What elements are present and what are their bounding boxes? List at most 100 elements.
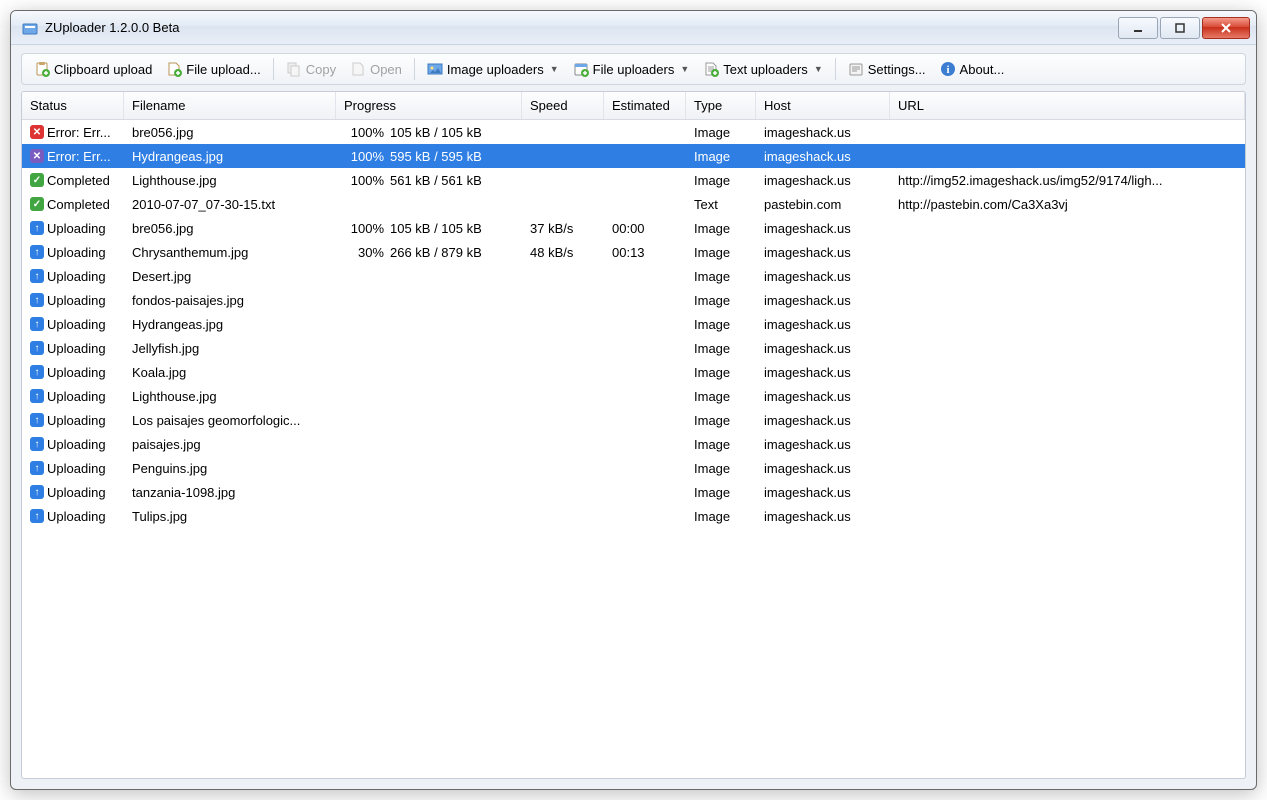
filename-cell: Tulips.jpg — [124, 509, 336, 524]
status-text: Uploading — [47, 389, 106, 404]
url-cell: http://img52.imageshack.us/img52/9174/li… — [890, 173, 1245, 188]
separator — [273, 58, 274, 80]
type-cell: Image — [686, 269, 756, 284]
header-speed[interactable]: Speed — [522, 92, 604, 119]
table-row[interactable]: ✕Error: Err...bre056.jpg100%105 kB / 105… — [22, 120, 1245, 144]
table-row[interactable]: ↑UploadingTulips.jpgImageimageshack.us — [22, 504, 1245, 528]
host-cell: imageshack.us — [756, 485, 890, 500]
type-cell: Image — [686, 437, 756, 452]
filename-cell: paisajes.jpg — [124, 437, 336, 452]
about-label: About... — [960, 62, 1005, 77]
header-url[interactable]: URL — [890, 92, 1245, 119]
estimated-cell: 00:13 — [604, 245, 686, 260]
progress-text: 105 kB / 105 kB — [390, 125, 482, 140]
filename-cell: Lighthouse.jpg — [124, 173, 336, 188]
file-upload-button[interactable]: File upload... — [160, 58, 266, 80]
host-cell: imageshack.us — [756, 341, 890, 356]
type-cell: Text — [686, 197, 756, 212]
status-text: Completed — [47, 173, 110, 188]
table-row[interactable]: ↑UploadingDesert.jpgImageimageshack.us — [22, 264, 1245, 288]
status-text: Completed — [47, 197, 110, 212]
upload-icon: ↑ — [30, 221, 44, 235]
clipboard-icon — [34, 61, 50, 77]
upload-icon: ↑ — [30, 293, 44, 307]
host-cell: imageshack.us — [756, 317, 890, 332]
type-cell: Image — [686, 485, 756, 500]
type-cell: Image — [686, 509, 756, 524]
type-cell: Image — [686, 293, 756, 308]
table-row[interactable]: ↑UploadingChrysanthemum.jpg30%266 kB / 8… — [22, 240, 1245, 264]
close-button[interactable] — [1202, 17, 1250, 39]
type-cell: Image — [686, 317, 756, 332]
text-uploaders-button[interactable]: Text uploaders ▼ — [697, 58, 828, 80]
file-upload-label: File upload... — [186, 62, 260, 77]
progress-text: 105 kB / 105 kB — [390, 221, 482, 236]
table-row[interactable]: ↑UploadingLos paisajes geomorfologic...I… — [22, 408, 1245, 432]
svg-text:i: i — [946, 64, 949, 76]
status-text: Uploading — [47, 365, 106, 380]
header-estimated[interactable]: Estimated — [604, 92, 686, 119]
table-row[interactable]: ↑Uploadingtanzania-1098.jpgImageimagesha… — [22, 480, 1245, 504]
chevron-down-icon: ▼ — [550, 64, 559, 74]
status-text: Uploading — [47, 317, 106, 332]
table-row[interactable]: ✕Error: Err...Hydrangeas.jpg100%595 kB /… — [22, 144, 1245, 168]
table-row[interactable]: ↑Uploadingpaisajes.jpgImageimageshack.us — [22, 432, 1245, 456]
status-text: Uploading — [47, 293, 106, 308]
type-cell: Image — [686, 245, 756, 260]
table-row[interactable]: ↑UploadingJellyfish.jpgImageimageshack.u… — [22, 336, 1245, 360]
file-upload-icon — [166, 61, 182, 77]
minimize-button[interactable] — [1118, 17, 1158, 39]
upload-icon: ↑ — [30, 317, 44, 331]
url-cell: http://pastebin.com/Ca3Xa3vj — [890, 197, 1245, 212]
table-row[interactable]: ↑UploadingPenguins.jpgImageimageshack.us — [22, 456, 1245, 480]
about-button[interactable]: i About... — [934, 58, 1011, 80]
filename-cell: Los paisajes geomorfologic... — [124, 413, 336, 428]
table-row[interactable]: ↑UploadingLighthouse.jpgImageimageshack.… — [22, 384, 1245, 408]
host-cell: imageshack.us — [756, 461, 890, 476]
text-uploaders-icon — [703, 61, 719, 77]
upload-icon: ↑ — [30, 413, 44, 427]
type-cell: Image — [686, 173, 756, 188]
separator — [835, 58, 836, 80]
progress-pct: 100% — [344, 173, 384, 188]
header-type[interactable]: Type — [686, 92, 756, 119]
upload-icon: ↑ — [30, 269, 44, 283]
open-button[interactable]: Open — [344, 58, 408, 80]
type-cell: Image — [686, 461, 756, 476]
status-text: Uploading — [47, 485, 106, 500]
status-text: Uploading — [47, 437, 106, 452]
success-icon: ✓ — [30, 173, 44, 187]
clipboard-upload-button[interactable]: Clipboard upload — [28, 58, 158, 80]
rows-container: ✕Error: Err...bre056.jpg100%105 kB / 105… — [22, 120, 1245, 528]
host-cell: imageshack.us — [756, 413, 890, 428]
progress-text: 595 kB / 595 kB — [390, 149, 482, 164]
filename-cell: bre056.jpg — [124, 221, 336, 236]
header-status[interactable]: Status — [22, 92, 124, 119]
column-headers: Status Filename Progress Speed Estimated… — [22, 92, 1245, 120]
table-row[interactable]: ✓Completed2010-07-07_07-30-15.txtTextpas… — [22, 192, 1245, 216]
open-icon — [350, 61, 366, 77]
image-uploaders-button[interactable]: Image uploaders ▼ — [421, 58, 565, 80]
app-icon — [21, 19, 39, 37]
status-text: Uploading — [47, 413, 106, 428]
maximize-button[interactable] — [1160, 17, 1200, 39]
table-row[interactable]: ↑UploadingHydrangeas.jpgImageimageshack.… — [22, 312, 1245, 336]
header-host[interactable]: Host — [756, 92, 890, 119]
host-cell: imageshack.us — [756, 173, 890, 188]
table-row[interactable]: ✓CompletedLighthouse.jpg100%561 kB / 561… — [22, 168, 1245, 192]
table-row[interactable]: ↑UploadingKoala.jpgImageimageshack.us — [22, 360, 1245, 384]
settings-label: Settings... — [868, 62, 926, 77]
settings-button[interactable]: Settings... — [842, 58, 932, 80]
image-icon — [427, 61, 443, 77]
type-cell: Image — [686, 365, 756, 380]
window-controls — [1118, 17, 1250, 39]
header-progress[interactable]: Progress — [336, 92, 522, 119]
copy-icon — [286, 61, 302, 77]
copy-button[interactable]: Copy — [280, 58, 342, 80]
file-uploaders-button[interactable]: File uploaders ▼ — [567, 58, 696, 80]
filename-cell: Desert.jpg — [124, 269, 336, 284]
filename-cell: 2010-07-07_07-30-15.txt — [124, 197, 336, 212]
table-row[interactable]: ↑Uploadingbre056.jpg100%105 kB / 105 kB3… — [22, 216, 1245, 240]
header-filename[interactable]: Filename — [124, 92, 336, 119]
table-row[interactable]: ↑Uploadingfondos-paisajes.jpgImageimages… — [22, 288, 1245, 312]
